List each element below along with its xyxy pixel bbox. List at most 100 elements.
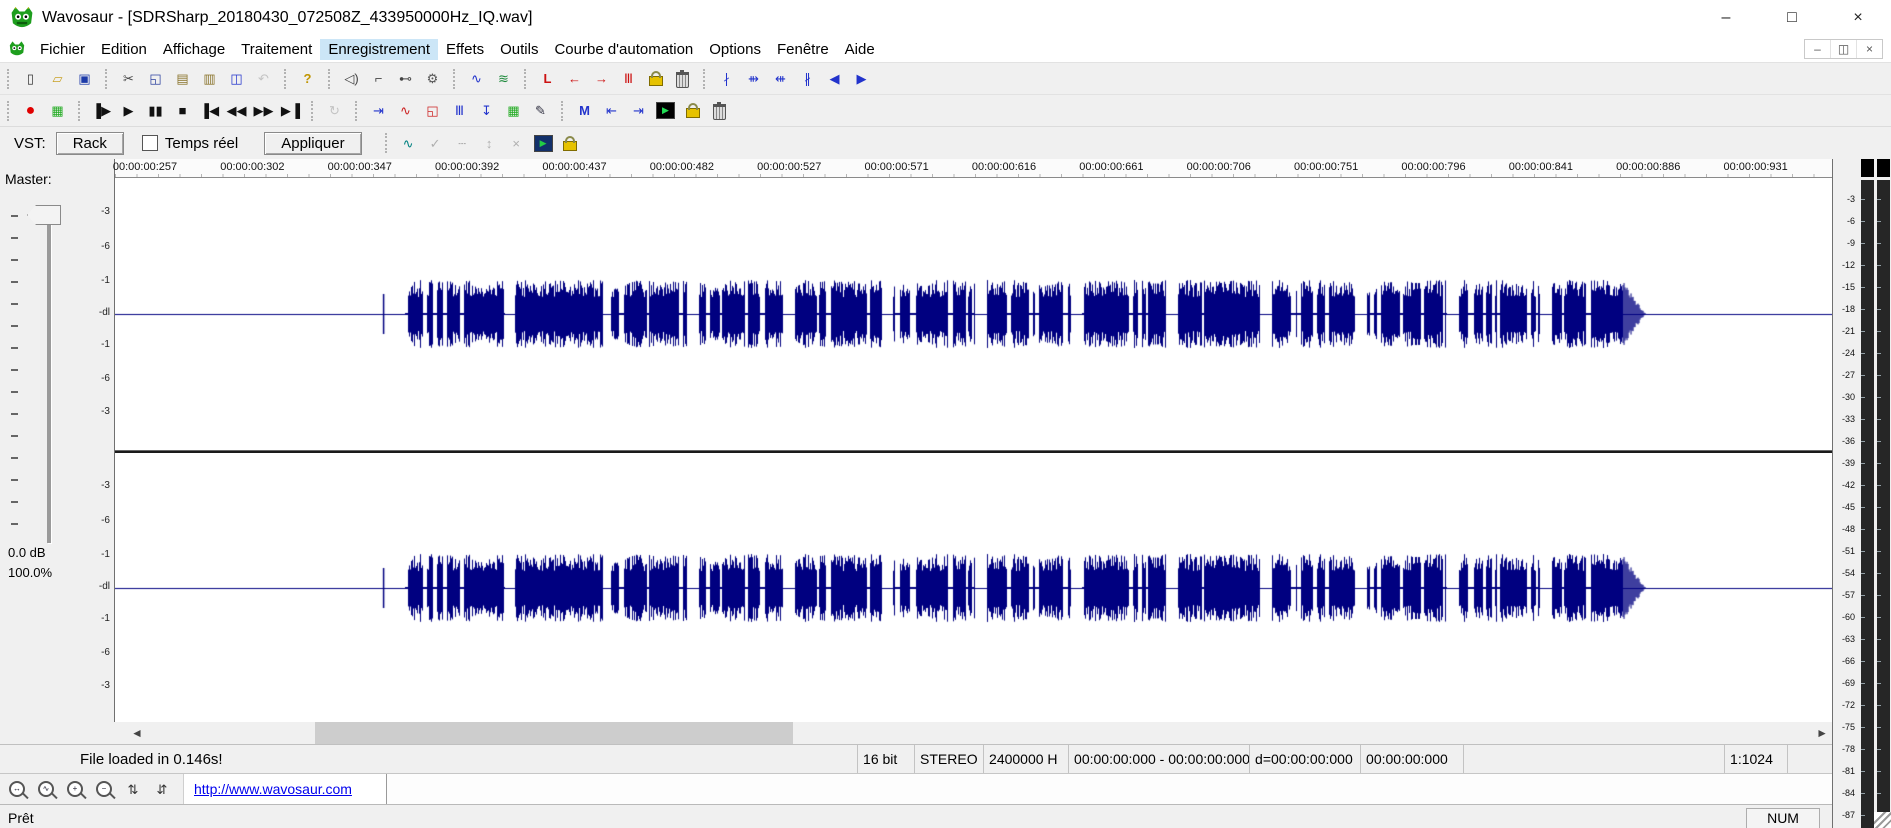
play-from-cursor-icon[interactable]: ▐▶ [88, 99, 115, 122]
menu-affichage[interactable]: Affichage [155, 39, 233, 60]
vst-apply-button[interactable]: Appliquer [264, 132, 361, 155]
menu-fenetre[interactable]: Fenêtre [769, 39, 837, 60]
audio-monitor-icon[interactable]: ◁) [338, 67, 365, 90]
record-monitor-icon[interactable]: ▦ [44, 99, 71, 122]
meter-scale-label: -81 [1842, 766, 1855, 776]
edit-delete-icon[interactable] [706, 99, 733, 122]
loop-start-icon[interactable]: ⇤ [598, 99, 625, 122]
open-file-icon[interactable]: ▱ [44, 67, 71, 90]
loop-end-icon[interactable]: ⇥ [625, 99, 652, 122]
menu-traitement[interactable]: Traitement [233, 39, 320, 60]
edit-lock-icon[interactable] [679, 99, 706, 122]
mdi-close-button[interactable]: × [1856, 40, 1882, 58]
mdi-restore-button[interactable]: ◫ [1830, 40, 1856, 58]
draw-pencil-icon[interactable]: ✎ [527, 99, 554, 122]
wavosaur-website-link[interactable]: http://www.wavosaur.com [194, 781, 352, 797]
previous-block-icon[interactable]: ◀ [821, 67, 848, 90]
menu-outils[interactable]: Outils [492, 39, 546, 60]
menu-options[interactable]: Options [701, 39, 769, 60]
marker-add-icon[interactable]: L [534, 67, 561, 90]
selection-shrink-icon[interactable]: ⇺ [767, 67, 794, 90]
menu-fichier[interactable]: Fichier [32, 39, 93, 60]
wave-bars-icon[interactable]: Ⅲ [446, 99, 473, 122]
analysis-curve-icon[interactable]: ∿ [392, 99, 419, 122]
rewind-icon[interactable]: ◀◀ [223, 99, 250, 122]
menu-enregistrement[interactable]: Enregistrement [320, 39, 438, 60]
envelope-play-icon[interactable]: ▶ [530, 132, 557, 155]
maximize-button[interactable]: □ [1759, 0, 1825, 36]
time-ruler[interactable]: 00:00:00:25700:00:00:30200:00:00:34700:0… [115, 159, 1832, 178]
record-icon[interactable]: ● [17, 99, 44, 122]
minimize-button[interactable]: – [1693, 0, 1759, 36]
crop-selection-icon[interactable]: ◫ [223, 67, 250, 90]
undo-icon[interactable]: ↶ [250, 67, 277, 90]
menu-courbe-automation[interactable]: Courbe d'automation [546, 39, 701, 60]
paste-icon[interactable]: ▤ [169, 67, 196, 90]
loop-playback-icon[interactable]: ↻ [321, 99, 348, 122]
menu-edition[interactable]: Edition [93, 39, 155, 60]
vst-rack-button[interactable]: Rack [56, 132, 124, 155]
scroll-right-arrow[interactable]: ► [1812, 722, 1832, 744]
zoom-out-icon[interactable]: − [93, 778, 115, 801]
cut-icon[interactable]: ✂ [115, 67, 142, 90]
stop-icon[interactable]: ■ [169, 99, 196, 122]
io-routing-icon[interactable]: ⊷ [392, 67, 419, 90]
envelope-scale-icon[interactable]: ↕ [476, 132, 503, 155]
ruler-timestamp: 00:00:00:347 [328, 161, 392, 173]
marker-next-icon[interactable]: → [588, 67, 615, 90]
go-to-start-icon[interactable]: ▐◀ [196, 99, 223, 122]
marker-delete-icon[interactable] [669, 67, 696, 90]
menu-effets[interactable]: Effets [438, 39, 492, 60]
scrollbar-thumb[interactable] [315, 722, 793, 744]
zoom-in-icon[interactable]: + [64, 778, 86, 801]
meter-scale-label: -9 [1847, 238, 1855, 248]
realtime-checkbox[interactable] [142, 135, 158, 151]
resize-grip[interactable] [1874, 812, 1891, 828]
wave-vertical-zoom-icon[interactable]: ∿ [463, 67, 490, 90]
marker-previous-icon[interactable]: ← [561, 67, 588, 90]
marker-m-icon[interactable]: M [571, 99, 598, 122]
marker-clear-icon[interactable]: Ⅲ [615, 67, 642, 90]
close-button[interactable]: × [1825, 0, 1891, 36]
toolbar-row-2: ●▦▐▶▶▮▮■▐◀◀◀▶▶▶▐↻⇥∿◱Ⅲ↧▦✎M⇤⇥▶ [0, 94, 1891, 126]
go-to-end-icon[interactable]: ▶▐ [277, 99, 304, 122]
play-selection-icon[interactable]: ▶ [652, 99, 679, 122]
scrollbar-track[interactable] [147, 722, 1812, 744]
zoom-horizontal-fit-icon[interactable]: ↔ [6, 778, 28, 801]
help-icon[interactable]: ? [294, 67, 321, 90]
envelope-delete-icon[interactable]: × [503, 132, 530, 155]
connector-icon[interactable]: ⌐ [365, 67, 392, 90]
save-file-icon[interactable]: ▣ [71, 67, 98, 90]
process-file-icon[interactable]: ⇥ [365, 99, 392, 122]
selection-expand-icon[interactable]: ⇻ [740, 67, 767, 90]
pause-icon[interactable]: ▮▮ [142, 99, 169, 122]
automation-curve-icon[interactable]: ∿ [395, 132, 422, 155]
envelope-line-icon[interactable]: ┄ [449, 132, 476, 155]
zoom-selection-icon[interactable]: ∿ [35, 778, 57, 801]
next-block-icon[interactable]: ▶ [848, 67, 875, 90]
paste-insert-icon[interactable]: ▥ [196, 67, 223, 90]
waveform-display[interactable] [115, 178, 1832, 722]
apply-envelope-icon[interactable]: ✓ [422, 132, 449, 155]
wave-overview-icon[interactable]: ≋ [490, 67, 517, 90]
play-icon[interactable]: ▶ [115, 99, 142, 122]
envelope-lock-icon[interactable] [557, 132, 584, 155]
marker-lock-icon [649, 76, 663, 86]
zoom-vertical-out-icon[interactable]: ⇵ [151, 778, 173, 801]
mdi-minimize-button[interactable]: – [1805, 40, 1830, 58]
new-file-icon[interactable]: ▯ [17, 67, 44, 90]
fast-forward-icon[interactable]: ▶▶ [250, 99, 277, 122]
snap-zero-crossing-icon[interactable]: ↧ [473, 99, 500, 122]
scroll-left-arrow[interactable]: ◄ [127, 722, 147, 744]
settings-wrench-icon[interactable]: ⚙ [419, 67, 446, 90]
zoom-vertical-in-icon[interactable]: ⇅ [122, 778, 144, 801]
duplicate-icon[interactable]: ◱ [419, 99, 446, 122]
menu-aide[interactable]: Aide [837, 39, 883, 60]
fader-tick [11, 413, 18, 415]
statistics-icon[interactable]: ▦ [500, 99, 527, 122]
marker-lock-icon[interactable] [642, 67, 669, 90]
copy-icon[interactable]: ◱ [142, 67, 169, 90]
wave-join-icon[interactable]: ∦ [794, 67, 821, 90]
wave-split-icon[interactable]: ∤ [713, 67, 740, 90]
ruler-timestamp: 00:00:00:616 [972, 161, 1036, 173]
